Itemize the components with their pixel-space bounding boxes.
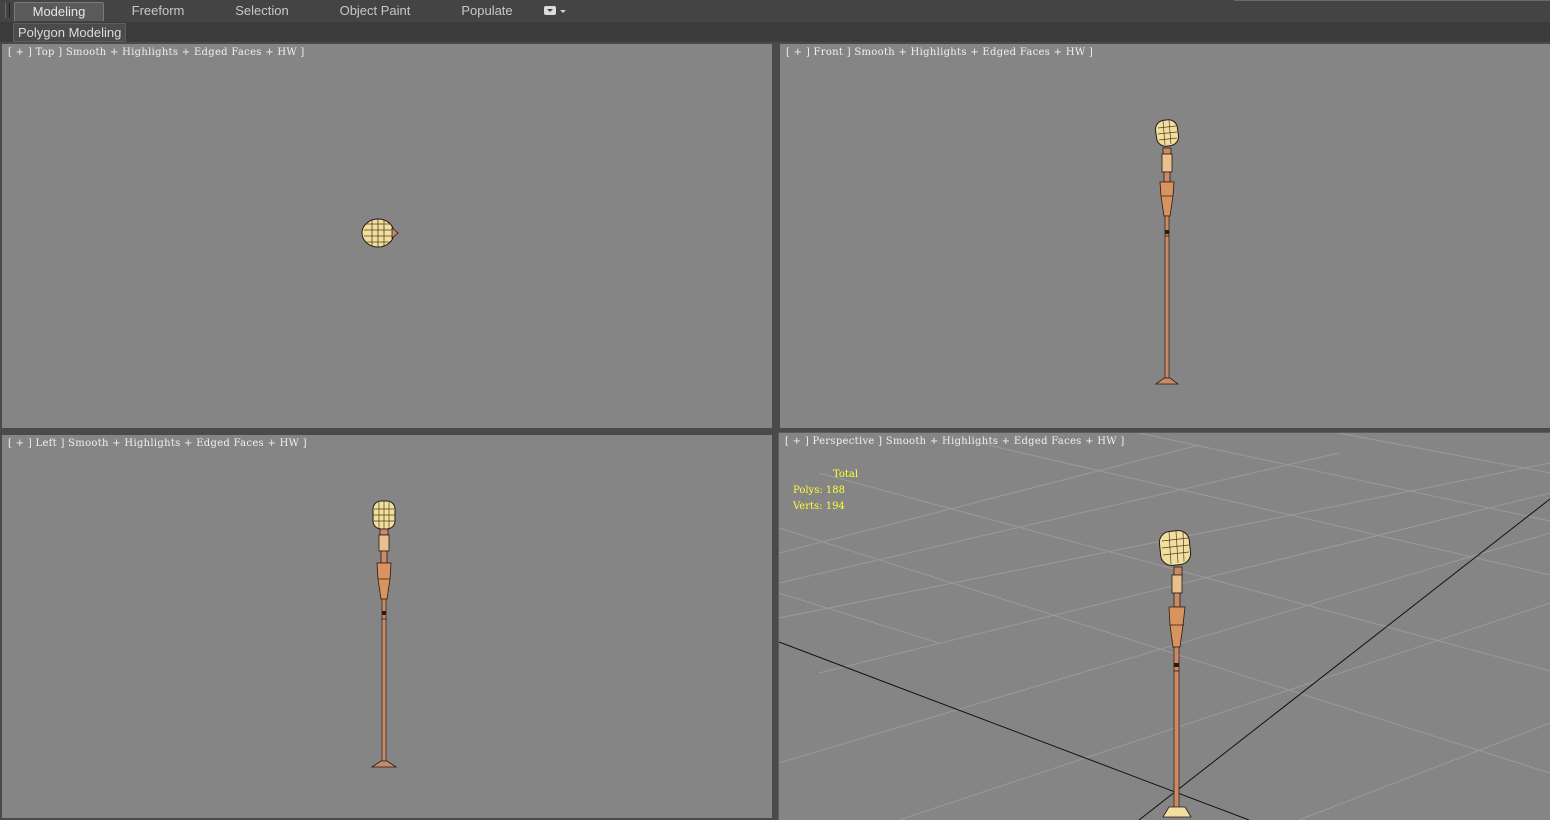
tab-freeform[interactable]: Freeform (120, 2, 196, 20)
microphone-model-left[interactable] (370, 500, 398, 768)
ribbon-options-dropdown[interactable] (543, 5, 567, 17)
front-view-canvas[interactable] (780, 44, 1550, 428)
stats-total-label: Total (833, 469, 859, 480)
viewport-top[interactable]: [ + ] Top ] Smooth + Highlights + Edged … (2, 44, 772, 428)
ribbon-tab-bar: Modeling Freeform Selection Object Paint… (0, 0, 1550, 23)
left-view-canvas[interactable] (2, 435, 772, 818)
polygon-modeling-panel[interactable]: Polygon Modeling (13, 23, 127, 42)
chevron-down-icon (560, 10, 566, 13)
scene-statistics: Total Polys: 188 Verts: 194 (793, 467, 858, 515)
ribbon-grip[interactable] (5, 3, 10, 18)
top-view-canvas[interactable] (2, 44, 772, 428)
viewport-label-front[interactable]: [ + ] Front ] Smooth + Highlights + Edge… (786, 47, 1093, 58)
tab-selection[interactable]: Selection (223, 2, 301, 20)
ribbon-divider (1234, 0, 1550, 1)
microphone-model-front[interactable] (1154, 119, 1180, 385)
viewport-front[interactable]: [ + ] Front ] Smooth + Highlights + Edge… (780, 44, 1550, 428)
microphone-model-top[interactable] (361, 218, 399, 248)
perspective-view-canvas[interactable] (779, 433, 1550, 820)
stats-polys: Polys: 188 (793, 485, 845, 496)
tab-object-paint[interactable]: Object Paint (333, 2, 417, 20)
viewport-area: [ + ] Top ] Smooth + Highlights + Edged … (0, 42, 1550, 820)
viewport-label-top[interactable]: [ + ] Top ] Smooth + Highlights + Edged … (8, 47, 305, 58)
home-grid (779, 433, 1550, 820)
tab-populate[interactable]: Populate (452, 2, 522, 20)
viewport-left[interactable]: [ + ] Left ] Smooth + Highlights + Edged… (2, 435, 772, 818)
ribbon-panel-bar: Polygon Modeling (0, 22, 1550, 42)
tab-modeling[interactable]: Modeling (14, 2, 104, 21)
stats-verts: Verts: 194 (793, 501, 845, 512)
viewport-perspective[interactable]: [ + ] Perspective ] Smooth + Highlights … (778, 432, 1550, 820)
viewport-label-left[interactable]: [ + ] Left ] Smooth + Highlights + Edged… (8, 438, 307, 449)
ribbon-options-icon (544, 6, 556, 15)
viewport-label-perspective[interactable]: [ + ] Perspective ] Smooth + Highlights … (785, 436, 1125, 447)
